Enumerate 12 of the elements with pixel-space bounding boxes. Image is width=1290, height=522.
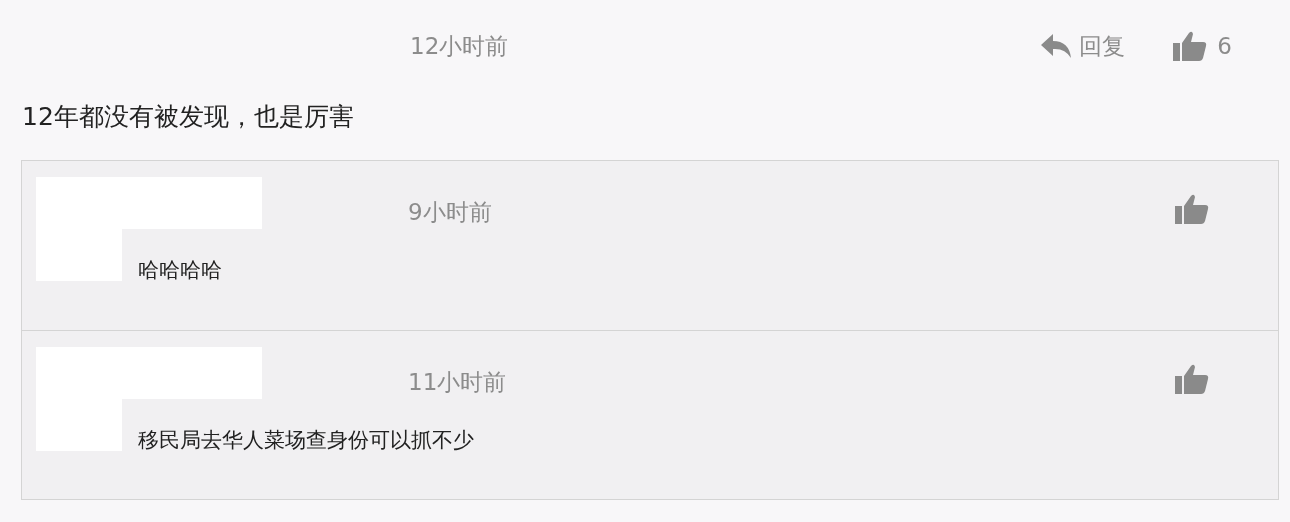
reply-time: 9小时前: [408, 198, 492, 227]
thumbs-up-icon[interactable]: [1173, 30, 1208, 62]
reply-button[interactable]: 回复: [1041, 28, 1126, 64]
thumbs-up-icon[interactable]: [1175, 193, 1209, 225]
reply-time: 11小时前: [408, 368, 507, 397]
comment-text: 12年都没有被发现，也是厉害: [21, 101, 355, 133]
reply-arrow-icon: [1041, 34, 1072, 58]
reply-text: 哈哈哈哈: [138, 257, 222, 284]
like-count: 6: [1217, 31, 1232, 61]
reply-text: 移民局去华人菜场查身份可以抓不少: [138, 427, 474, 454]
comment-time: 12小时前: [410, 31, 509, 61]
thumbs-up-icon[interactable]: [1175, 363, 1209, 395]
